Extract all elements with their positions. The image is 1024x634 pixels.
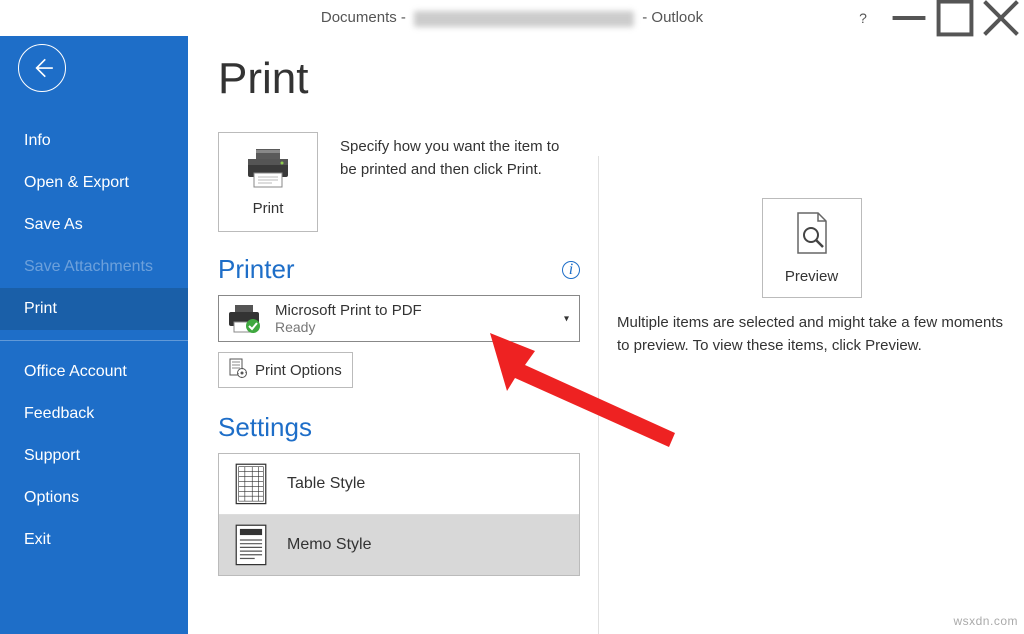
printer-selected-name: Microsoft Print to PDF <box>275 302 422 319</box>
nav-separator <box>0 340 188 341</box>
table-style-icon <box>235 464 267 504</box>
nav-save-attachments: Save Attachments <box>0 246 188 288</box>
nav-info[interactable]: Info <box>0 120 188 162</box>
print-description: Specify how you want the item to be prin… <box>340 132 570 181</box>
style-memo-label: Memo Style <box>287 536 371 554</box>
window-titlebar: Documents - - Outlook ? <box>0 0 1024 36</box>
print-button-label: Print <box>253 200 284 217</box>
preview-message: Multiple items are selected and might ta… <box>617 312 1006 357</box>
printer-selected-status: Ready <box>275 319 422 335</box>
preview-icon <box>794 211 830 260</box>
print-options-icon <box>229 358 247 382</box>
chevron-down-icon: ▾ <box>564 313 569 324</box>
style-memo[interactable]: Memo Style <box>219 514 579 575</box>
printer-dropdown[interactable]: Microsoft Print to PDF Ready ▾ <box>218 295 580 342</box>
nav-exit[interactable]: Exit <box>0 519 188 561</box>
style-list: Table Style <box>218 453 580 576</box>
back-button[interactable] <box>18 44 66 92</box>
backstage-sidebar: Info Open & Export Save As Save Attachme… <box>0 36 188 634</box>
nav-save-as[interactable]: Save As <box>0 204 188 246</box>
printer-status-icon <box>227 304 263 334</box>
memo-style-icon <box>235 525 267 565</box>
preview-button-label: Preview <box>785 268 838 285</box>
title-suffix: - Outlook <box>642 9 703 26</box>
main-content: Print <box>188 36 1024 634</box>
nav-print[interactable]: Print <box>0 288 188 330</box>
help-button[interactable]: ? <box>840 0 886 36</box>
title-prefix: Documents - <box>321 9 410 26</box>
preview-button[interactable]: Preview <box>762 198 862 298</box>
maximize-button[interactable] <box>932 0 978 36</box>
settings-section-heading: Settings <box>218 412 312 443</box>
style-table-label: Table Style <box>287 475 365 493</box>
nav-office-account[interactable]: Office Account <box>0 351 188 393</box>
print-button[interactable]: Print <box>218 132 318 232</box>
watermark: wsxdn.com <box>953 614 1018 628</box>
page-title: Print <box>218 54 580 104</box>
nav-options[interactable]: Options <box>0 477 188 519</box>
print-options-label: Print Options <box>255 362 342 379</box>
nav-open-export[interactable]: Open & Export <box>0 162 188 204</box>
style-table[interactable]: Table Style <box>219 454 579 514</box>
nav-feedback[interactable]: Feedback <box>0 393 188 435</box>
printer-icon <box>244 147 292 194</box>
close-button[interactable] <box>978 0 1024 36</box>
print-options-button[interactable]: Print Options <box>218 352 353 388</box>
nav-support[interactable]: Support <box>0 435 188 477</box>
printer-info-icon[interactable]: i <box>562 261 580 279</box>
printer-section-heading: Printer <box>218 254 295 285</box>
minimize-button[interactable] <box>886 0 932 36</box>
title-redacted <box>414 11 634 27</box>
